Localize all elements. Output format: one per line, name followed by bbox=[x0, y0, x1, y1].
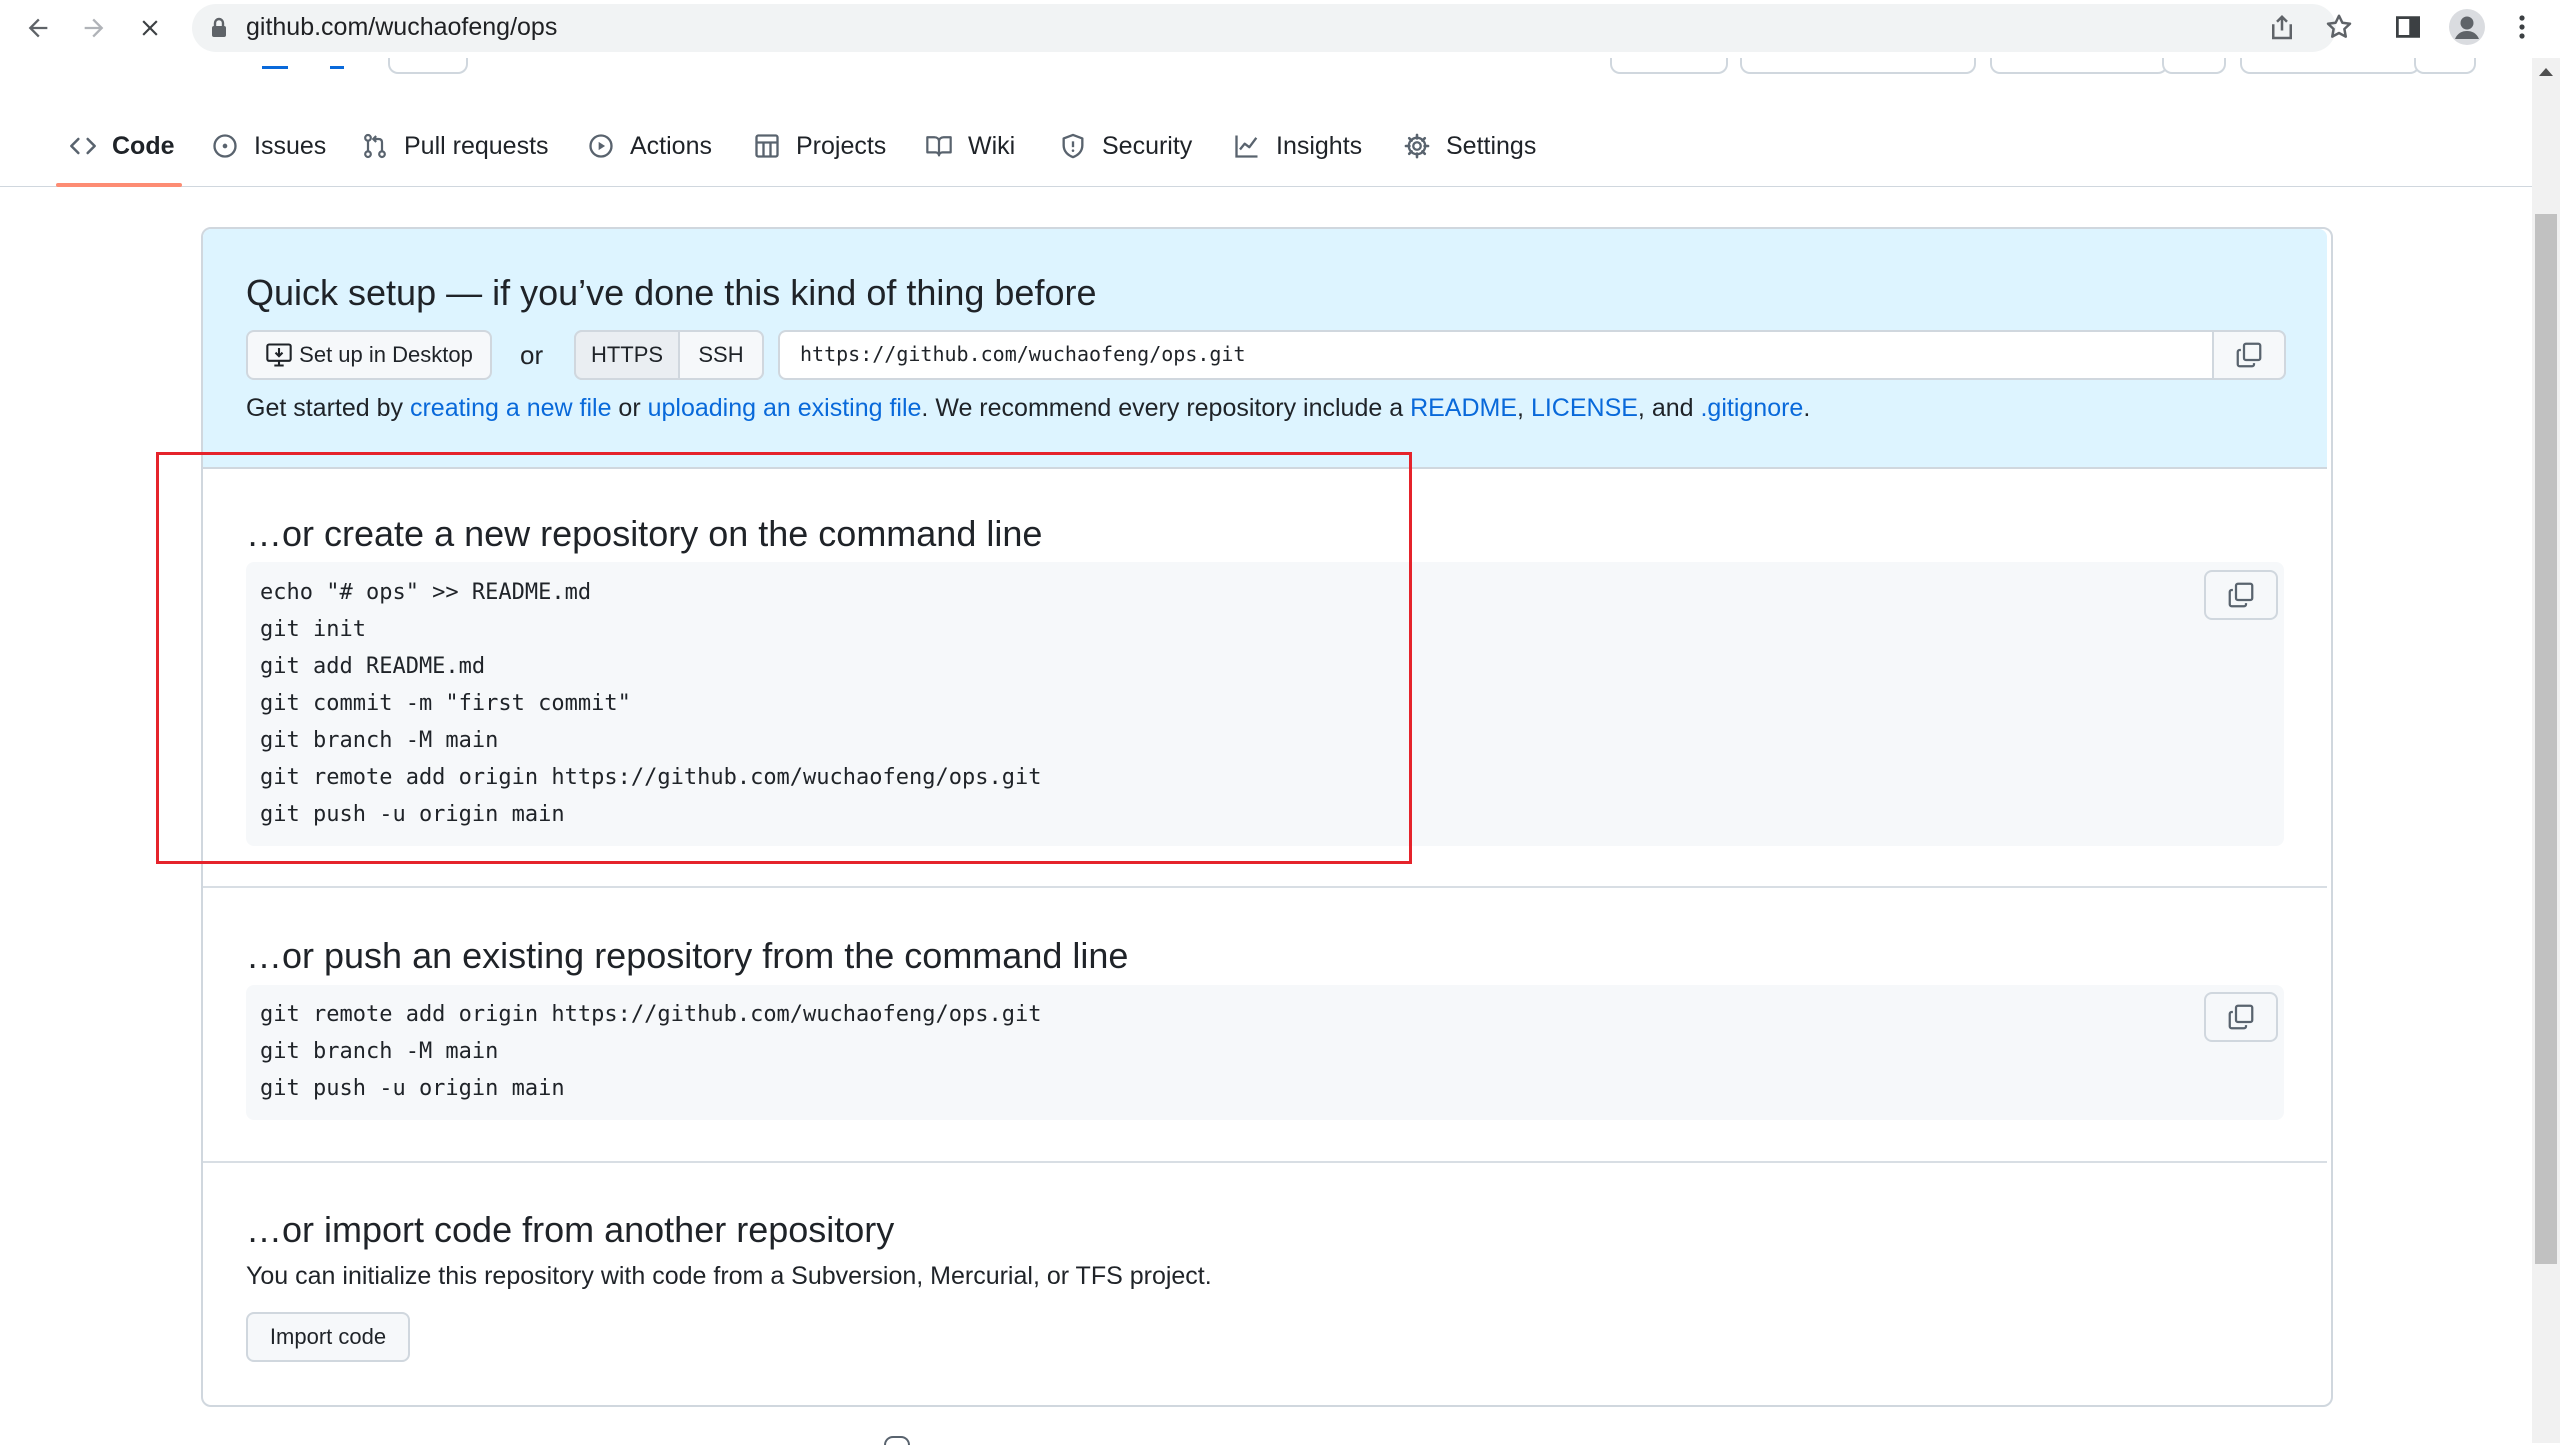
pull-request-icon bbox=[360, 131, 390, 161]
command-line: git push -u origin main bbox=[260, 1076, 565, 1101]
tab-label: Code bbox=[112, 131, 175, 160]
play-icon bbox=[586, 131, 616, 161]
gear-icon bbox=[1402, 131, 1432, 161]
tab-actions[interactable]: Actions bbox=[586, 124, 712, 168]
table-icon bbox=[752, 131, 782, 161]
copy-push-commands-button[interactable] bbox=[2204, 992, 2278, 1042]
star-dropdown[interactable] bbox=[2414, 58, 2476, 74]
copy-icon bbox=[2226, 580, 2256, 610]
back-icon[interactable] bbox=[16, 6, 60, 50]
section-divider bbox=[203, 1161, 2327, 1163]
intro-text: or bbox=[611, 394, 648, 422]
tab-label: Projects bbox=[796, 131, 887, 160]
setup-in-desktop-label: Set up in Desktop bbox=[299, 342, 473, 367]
intro-text: Get started by bbox=[246, 394, 410, 422]
bookmark-star-icon[interactable] bbox=[2324, 12, 2354, 42]
url-text[interactable]: github.com/wuchaofeng/ops bbox=[246, 10, 557, 44]
tab-label: Settings bbox=[1446, 131, 1537, 160]
tab-label: Wiki bbox=[968, 131, 1016, 160]
license-link[interactable]: LICENSE bbox=[1531, 394, 1638, 422]
selected-tab-underline bbox=[56, 183, 182, 187]
uploading-existing-file-link[interactable]: uploading an existing file bbox=[648, 394, 922, 422]
share-icon[interactable] bbox=[2267, 13, 2297, 43]
copy-icon bbox=[2234, 340, 2264, 370]
command-list: git remote add origin https://github.com… bbox=[260, 996, 1041, 1107]
command-line: git branch -M main bbox=[260, 1039, 499, 1064]
intro-text: , and bbox=[1637, 394, 1701, 422]
import-description: You can initialize this repository with … bbox=[246, 1262, 1212, 1290]
desktop-download-icon bbox=[265, 342, 293, 368]
book-icon bbox=[924, 131, 954, 161]
copy-url-button[interactable] bbox=[2212, 330, 2286, 380]
tab-pull-requests[interactable]: Pull requests bbox=[360, 124, 549, 168]
tab-code[interactable]: Code bbox=[68, 124, 175, 168]
readme-link[interactable]: README bbox=[1410, 394, 1517, 422]
github-footer-logo-icon bbox=[884, 1436, 910, 1445]
side-panel-icon[interactable] bbox=[2393, 12, 2423, 42]
fork-button[interactable] bbox=[1990, 58, 2168, 74]
code-icon bbox=[68, 131, 98, 161]
visibility-badge bbox=[388, 58, 468, 74]
shield-icon bbox=[1058, 131, 1088, 161]
section-divider bbox=[203, 886, 2327, 888]
scrollbar-thumb[interactable] bbox=[2535, 214, 2557, 1264]
creating-new-file-link[interactable]: creating a new file bbox=[410, 394, 612, 422]
https-button[interactable]: HTTPS bbox=[574, 330, 680, 380]
tab-label: Security bbox=[1102, 131, 1193, 160]
intro-text: . We recommend every repository include … bbox=[921, 394, 1411, 422]
lock-icon[interactable] bbox=[210, 17, 228, 39]
setup-in-desktop-button[interactable]: Set up in Desktop bbox=[246, 330, 492, 380]
pin-button[interactable] bbox=[1610, 58, 1728, 74]
repo-name-fragment-2 bbox=[330, 58, 344, 69]
tab-issues[interactable]: Issues bbox=[210, 124, 326, 168]
fork-dropdown[interactable] bbox=[2162, 58, 2226, 74]
copy-icon bbox=[2226, 1002, 2256, 1032]
tab-label: Issues bbox=[254, 131, 327, 160]
clone-url-text[interactable]: https://github.com/wuchaofeng/ops.git bbox=[800, 342, 1246, 366]
tab-settings[interactable]: Settings bbox=[1402, 124, 1536, 168]
import-code-button[interactable]: Import code bbox=[246, 1312, 410, 1362]
forward-icon[interactable] bbox=[72, 6, 116, 50]
tab-security[interactable]: Security bbox=[1058, 124, 1192, 168]
tab-projects[interactable]: Projects bbox=[752, 124, 886, 168]
intro-text: , bbox=[1517, 394, 1531, 422]
ssh-button[interactable]: SSH bbox=[678, 330, 764, 380]
tab-insights[interactable]: Insights bbox=[1232, 124, 1362, 168]
browser-menu-icon[interactable] bbox=[2512, 12, 2532, 42]
tab-label: Actions bbox=[630, 131, 712, 160]
watch-button[interactable] bbox=[1740, 58, 1976, 74]
quick-setup-intro: Get started by creating a new file or up… bbox=[246, 394, 1810, 423]
browser-toolbar: github.com/wuchaofeng/ops bbox=[0, 0, 2560, 59]
intro-text: . bbox=[1803, 394, 1811, 422]
gitignore-link[interactable]: .gitignore bbox=[1700, 394, 1803, 422]
command-line: git remote add origin https://github.com… bbox=[260, 1002, 1042, 1027]
repo-name-fragment bbox=[262, 58, 288, 69]
star-button[interactable] bbox=[2240, 58, 2420, 74]
highlight-annotation-box bbox=[156, 452, 1412, 864]
quick-setup-title: Quick setup — if you’ve done this kind o… bbox=[246, 272, 1097, 313]
graph-icon bbox=[1232, 131, 1262, 161]
push-existing-title: …or push an existing repository from the… bbox=[246, 935, 1129, 976]
issue-icon bbox=[210, 131, 240, 161]
tab-wiki[interactable]: Wiki bbox=[924, 124, 1015, 168]
import-title: …or import code from another repository bbox=[246, 1209, 895, 1250]
or-label: or bbox=[520, 340, 544, 370]
tab-label: Insights bbox=[1276, 131, 1363, 160]
tab-label: Pull requests bbox=[404, 131, 549, 160]
stop-loading-icon[interactable] bbox=[128, 6, 172, 50]
profile-avatar-icon[interactable] bbox=[2448, 8, 2486, 46]
copy-new-repo-commands-button[interactable] bbox=[2204, 570, 2278, 620]
scroll-up-arrow-icon[interactable] bbox=[2537, 66, 2555, 78]
